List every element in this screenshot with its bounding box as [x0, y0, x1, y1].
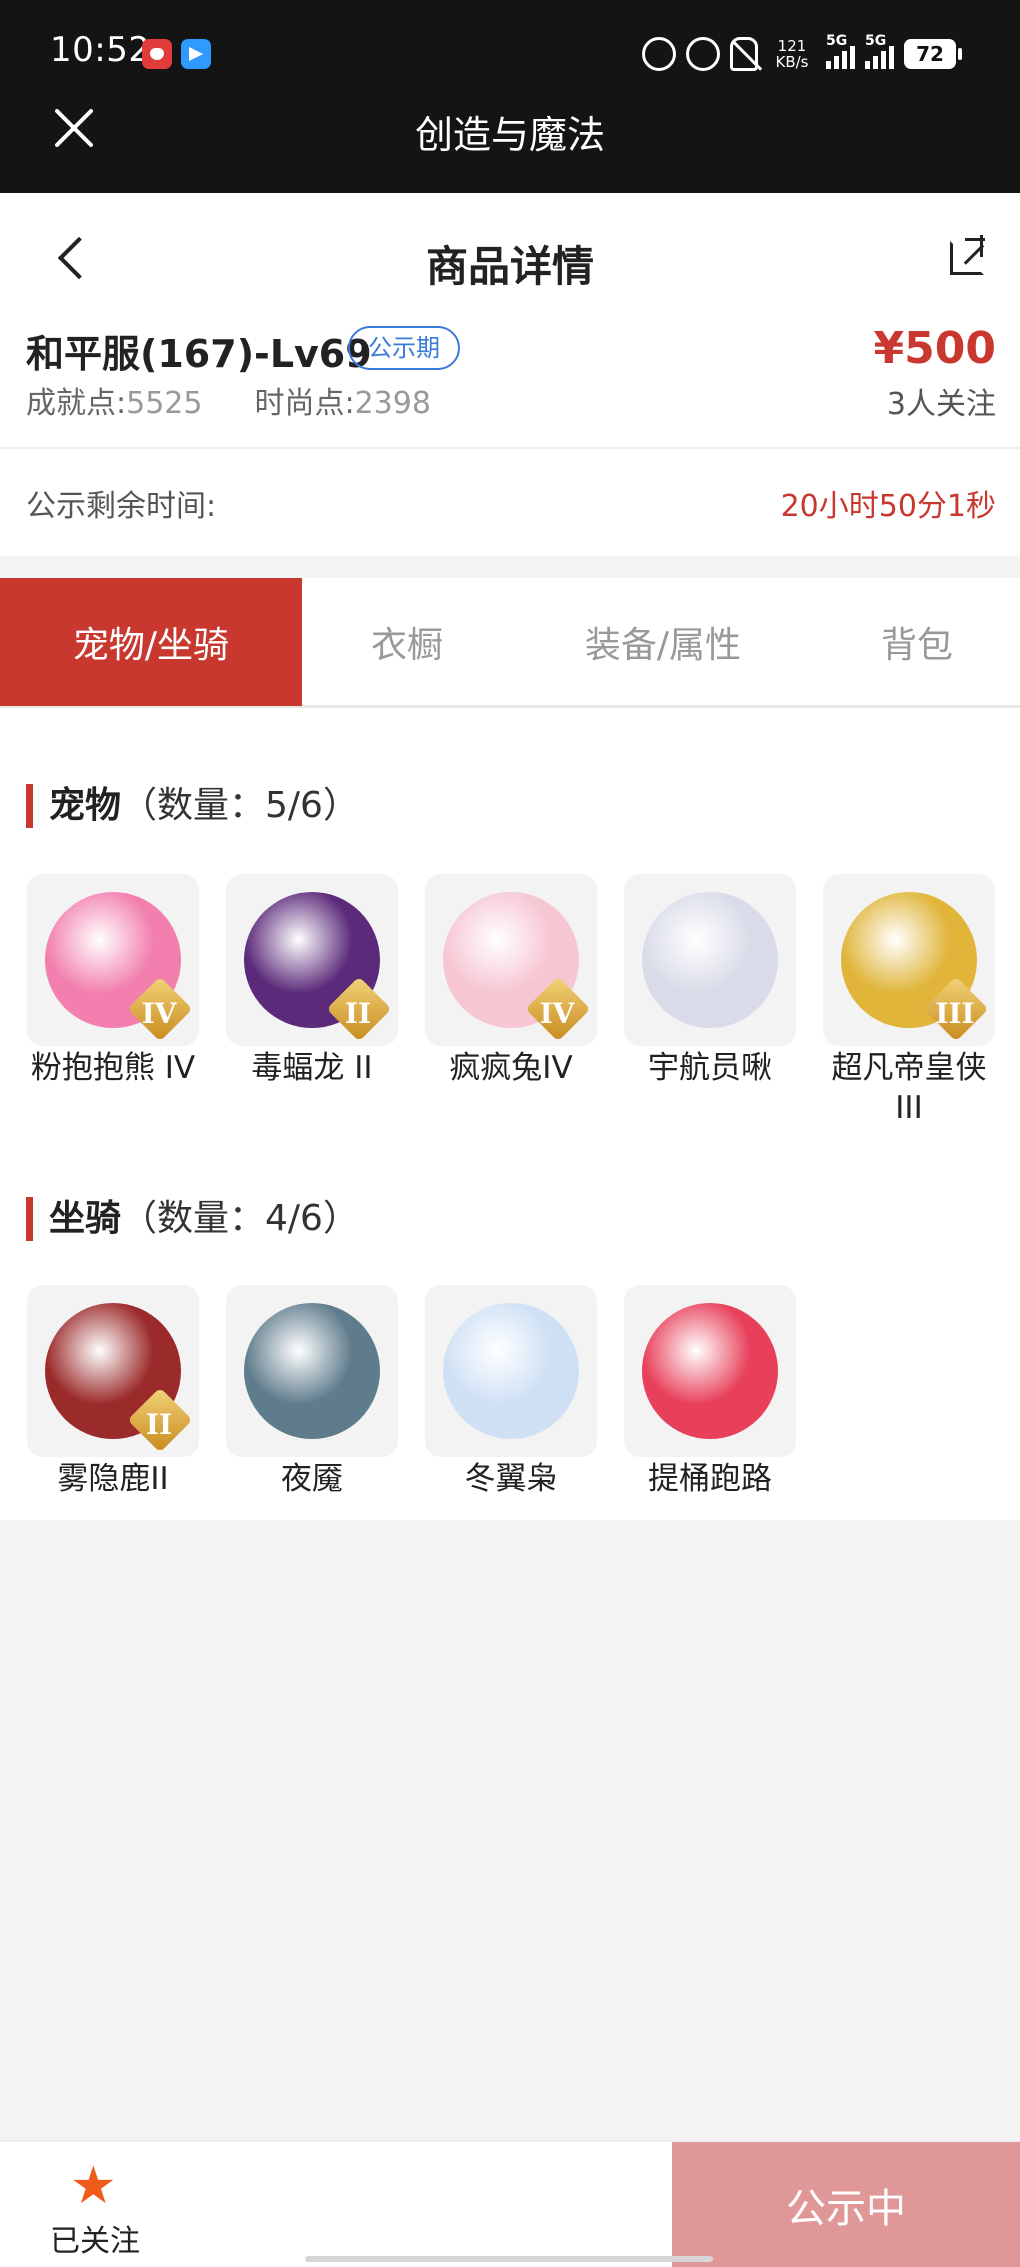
- public-status-button[interactable]: 公示中: [672, 2142, 1020, 2267]
- mount-name: 提桶跑路: [648, 1461, 772, 1497]
- tier-label: IV: [539, 997, 575, 1030]
- pet-card[interactable]: II 毒蝠龙 II: [226, 874, 398, 1128]
- nav-bar: 商品详情: [0, 193, 1020, 323]
- sim2-label: 5G: [865, 33, 887, 49]
- mount-art: [443, 1303, 579, 1439]
- mount-card[interactable]: 冬翼枭: [425, 1285, 597, 1499]
- pets-section-title: 宠物（数量：5/6）: [26, 784, 359, 828]
- speedometer-icon: [686, 37, 720, 71]
- pet-name: 超凡帝皇侠 III: [831, 1050, 987, 1126]
- home-indicator[interactable]: [305, 2256, 713, 2262]
- share-icon[interactable]: [950, 238, 985, 275]
- notification-app-icon: [142, 39, 172, 69]
- mount-card[interactable]: 提桶跑路: [624, 1285, 796, 1499]
- item-header: 和平服(167)-Lv69 公示期 成就点:5525 时尚点:2398 ¥500 …: [0, 323, 1020, 447]
- status-time: 10:52: [50, 30, 151, 70]
- pet-card[interactable]: III 超凡帝皇侠 III: [823, 874, 995, 1128]
- share-icon-arrow: [980, 235, 983, 257]
- mount-art: [244, 1303, 380, 1439]
- top-bar: 10:52 121 KB/s 5G 5G 72 创造与魔法: [0, 0, 1020, 193]
- pet-name: 粉抱抱熊 IV: [30, 1050, 196, 1086]
- tier-label: II: [145, 1408, 173, 1441]
- countdown-row: 公示剩余时间: 20小时50分1秒: [0, 449, 1020, 556]
- tier-label: IV: [141, 997, 177, 1030]
- mounts-count: （数量：4/6）: [121, 1198, 359, 1239]
- follow-label: 已关注: [50, 2224, 140, 2259]
- item-stats: 成就点:5525 时尚点:2398: [26, 378, 431, 422]
- pet-name: 毒蝠龙 II: [251, 1050, 373, 1086]
- mount-image: [624, 1285, 796, 1457]
- tab-equipment[interactable]: 装备/属性: [512, 578, 814, 706]
- pets-grid: IV 粉抱抱熊 IV II 毒蝠龙 II IV 疯疯兔IV 宇航员啾 III 超凡帝皇侠 III: [27, 874, 995, 1128]
- signal-icon-2: 5G: [865, 33, 894, 69]
- signal-icon-1: 5G: [826, 33, 855, 69]
- item-name: 和平服(167)-Lv69: [26, 332, 372, 376]
- tier-label: III: [935, 997, 975, 1030]
- mount-image: [226, 1285, 398, 1457]
- mount-name: 冬翼枭: [464, 1461, 558, 1497]
- achievement-value: 5525: [126, 386, 203, 421]
- page-title: 商品详情: [425, 242, 594, 291]
- tab-pets-mounts[interactable]: 宠物/坐骑: [0, 578, 302, 706]
- mounts-title: 坐骑: [49, 1198, 122, 1239]
- mount-name: 雾隐鹿II: [57, 1461, 169, 1497]
- pet-image: IV: [425, 874, 597, 1046]
- tab-bar: 宠物/坐骑 衣橱 装备/属性 背包: [0, 578, 1020, 708]
- mount-card[interactable]: II 雾隐鹿II: [27, 1285, 199, 1499]
- mount-name: 夜魇: [281, 1461, 343, 1497]
- countdown-label: 公示剩余时间:: [26, 489, 217, 524]
- status-badge: 公示期: [348, 326, 460, 370]
- pets-count: （数量：5/6）: [121, 785, 359, 826]
- pet-image: II: [226, 874, 398, 1046]
- achievement-label: 成就点:: [26, 386, 127, 421]
- mute-bell-icon: [730, 37, 758, 71]
- pet-name: 疯疯兔IV: [449, 1050, 573, 1086]
- mounts-section-title: 坐骑（数量：4/6）: [26, 1197, 359, 1241]
- mount-image: II: [27, 1285, 199, 1457]
- battery-icon: 72: [904, 39, 962, 69]
- telegram-icon: [181, 39, 211, 69]
- tab-backpack[interactable]: 背包: [814, 578, 1020, 706]
- pet-name: 宇航员啾: [648, 1050, 772, 1086]
- pet-image: IV: [27, 874, 199, 1046]
- pet-card[interactable]: IV 疯疯兔IV: [425, 874, 597, 1128]
- app-title: 创造与魔法: [414, 113, 605, 157]
- follower-count: 3人关注: [886, 387, 996, 422]
- pet-card[interactable]: IV 粉抱抱熊 IV: [27, 874, 199, 1128]
- fashion-label: 时尚点:: [254, 386, 355, 421]
- status-icons: 121 KB/s 5G 5G 72: [642, 33, 962, 74]
- net-speed: 121 KB/s: [775, 37, 809, 71]
- mount-card[interactable]: 夜魇: [226, 1285, 398, 1499]
- follow-button[interactable]: ★ 已关注: [0, 2142, 190, 2267]
- sim1-label: 5G: [826, 33, 848, 49]
- pets-title: 宠物: [49, 785, 122, 826]
- tab-content: 宠物（数量：5/6） IV 粉抱抱熊 IV II 毒蝠龙 II IV 疯疯兔IV 宇航员啾 I…: [0, 708, 1020, 1520]
- pet-art: [642, 892, 778, 1028]
- mount-image: [425, 1285, 597, 1457]
- pet-card[interactable]: 宇航员啾: [624, 874, 796, 1128]
- bottom-bar: ★ 已关注 公示中: [0, 2140, 1020, 2267]
- price: ¥500: [873, 323, 996, 374]
- alarm-icon: [642, 37, 676, 71]
- pet-image: [624, 874, 796, 1046]
- mounts-grid: II 雾隐鹿II 夜魇 冬翼枭 提桶跑路: [27, 1285, 796, 1499]
- tab-wardrobe[interactable]: 衣橱: [302, 578, 512, 706]
- mount-art: [642, 1303, 778, 1439]
- star-icon: ★: [70, 2156, 117, 2216]
- tier-label: II: [344, 997, 372, 1030]
- fashion-value: 2398: [354, 386, 431, 421]
- countdown-value: 20小时50分1秒: [780, 489, 996, 524]
- pet-image: III: [823, 874, 995, 1046]
